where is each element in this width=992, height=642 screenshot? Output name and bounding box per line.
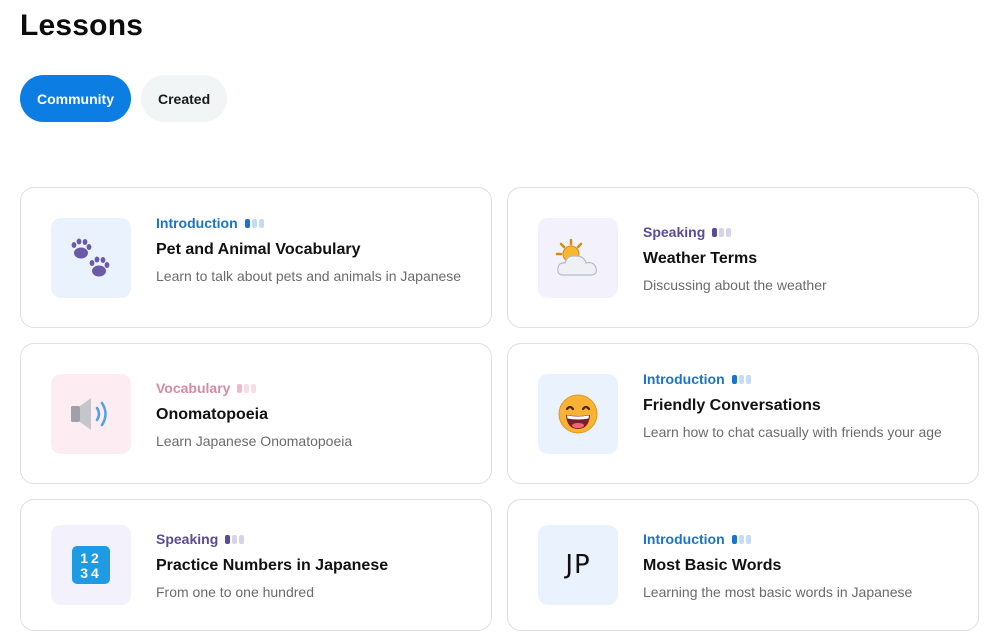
lesson-title: Most Basic Words — [643, 557, 782, 574]
level-indicator-icon — [237, 383, 257, 393]
lesson-card-pet-vocabulary[interactable]: Introduction Pet and Animal Vocabulary L… — [20, 187, 492, 328]
paw-prints-icon — [71, 238, 110, 277]
lesson-description: Learn how to chat casually with friends … — [643, 424, 942, 440]
lesson-card-weather-terms[interactable]: Speaking Weather Terms Discussing about … — [507, 187, 979, 328]
jp-text-icon: JP — [565, 550, 591, 580]
lesson-description: From one to one hundred — [156, 584, 314, 600]
lesson-category: Introduction — [643, 531, 725, 547]
lesson-icon-box: 12 34 — [51, 525, 131, 605]
lesson-title: Friendly Conversations — [643, 397, 821, 414]
lesson-icon-box — [51, 218, 131, 298]
lesson-description: Learn Japanese Onomatopoeia — [156, 433, 353, 449]
svg-text:34: 34 — [80, 565, 102, 581]
lesson-category: Vocabulary — [156, 380, 231, 396]
lesson-description: Learning the most basic words in Japanes… — [643, 584, 913, 600]
speaker-icon — [71, 398, 107, 430]
sun-behind-cloud-icon — [555, 238, 597, 276]
lesson-description: Learn to talk about pets and animals in … — [156, 268, 462, 284]
level-indicator-icon — [225, 534, 245, 544]
lesson-title: Onomatopoeia — [156, 406, 269, 423]
lesson-card-most-basic-words[interactable]: JP Introduction Most Basic Words Learnin… — [507, 499, 979, 631]
lesson-description: Discussing about the weather — [643, 277, 827, 293]
lesson-card-onomatopoeia[interactable]: Vocabulary Onomatopoeia Learn Japanese O… — [20, 343, 492, 484]
lesson-tabs: Community Created — [20, 75, 228, 122]
level-indicator-icon — [731, 374, 751, 384]
tab-created[interactable]: Created — [141, 75, 228, 122]
page-title: Lessons — [20, 9, 144, 42]
lesson-card-practice-numbers[interactable]: 12 34 Speaking Practice Numbers in Japan… — [20, 499, 492, 631]
lesson-title: Practice Numbers in Japanese — [156, 557, 389, 574]
numbers-1234-icon: 12 34 — [72, 546, 110, 584]
lesson-icon-box — [538, 218, 618, 298]
level-indicator-icon — [712, 227, 732, 237]
tab-community[interactable]: Community — [20, 75, 131, 122]
level-indicator-icon — [244, 218, 264, 228]
lesson-icon-box — [51, 374, 131, 454]
lesson-icon-box: JP — [538, 525, 618, 605]
grinning-face-icon — [558, 394, 598, 434]
level-indicator-icon — [731, 534, 751, 544]
lesson-category: Speaking — [643, 224, 706, 240]
lesson-card-friendly-conversations[interactable]: Introduction Friendly Conversations Lear… — [507, 343, 979, 484]
lesson-category: Introduction — [156, 215, 238, 231]
lesson-category: Speaking — [156, 531, 219, 547]
lesson-category: Introduction — [643, 371, 725, 387]
svg-text:12: 12 — [80, 550, 102, 566]
lesson-icon-box — [538, 374, 618, 454]
lesson-title: Pet and Animal Vocabulary — [156, 241, 361, 258]
lesson-title: Weather Terms — [643, 250, 758, 267]
